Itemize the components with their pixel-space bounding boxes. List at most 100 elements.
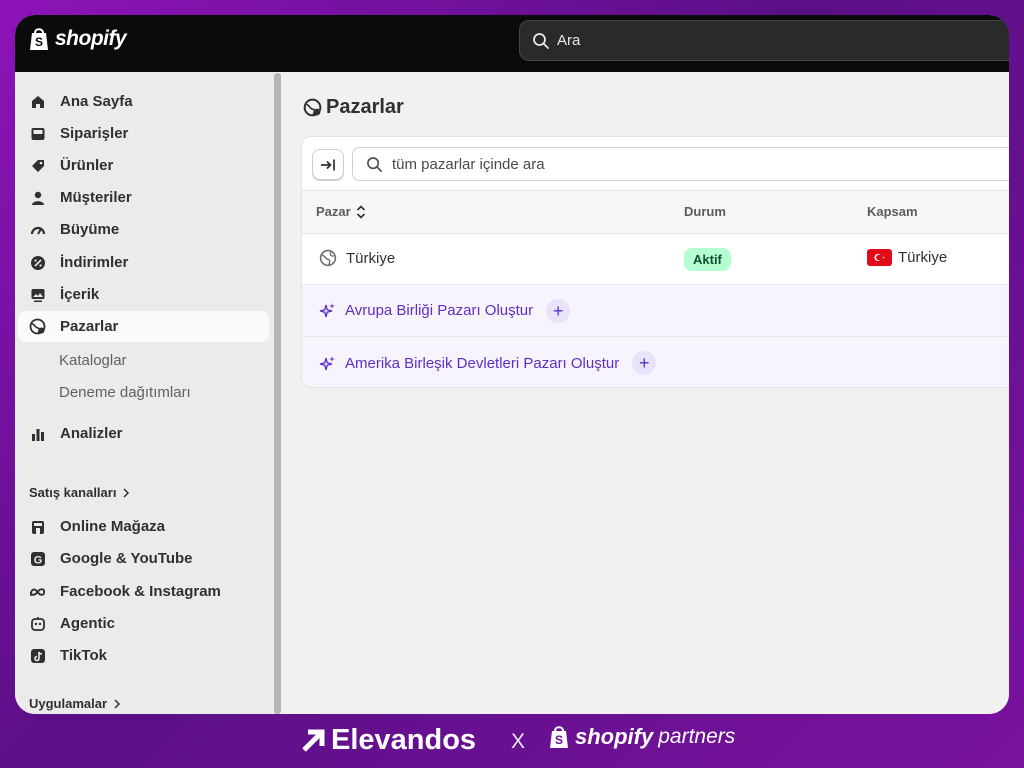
- apps-header[interactable]: Uygulamalar: [29, 696, 121, 711]
- sidebar-channel-facebook[interactable]: Facebook & Instagram: [18, 576, 269, 607]
- table-row[interactable]: Türkiye Aktif Türkiye: [302, 234, 1009, 285]
- chevron-right-icon: [114, 698, 121, 709]
- sidebar-channel-agentic[interactable]: Agentic: [18, 608, 269, 639]
- suggestion-label: Amerika Birleşik Devletleri Pazarı Oluşt…: [345, 354, 620, 372]
- sidebar-item-analytics[interactable]: Analizler: [18, 418, 269, 449]
- sidebar-item-customers[interactable]: Müşteriler: [18, 182, 269, 213]
- plus-icon[interactable]: +: [546, 298, 571, 323]
- partner-brand: shopify: [575, 724, 654, 749]
- market-name: Türkiye: [346, 249, 396, 267]
- sidebar-item-label: Online Mağaza: [60, 518, 166, 535]
- plus-icon[interactable]: +: [632, 351, 657, 375]
- arrow-up-right-icon: [302, 729, 325, 752]
- scope-cell: Türkiye: [867, 249, 947, 266]
- gauge-icon: [29, 221, 46, 238]
- tag-icon: [29, 157, 46, 174]
- svg-text:S: S: [35, 35, 43, 49]
- sidebar-scrollbar[interactable]: [274, 73, 281, 714]
- search-icon: [367, 156, 382, 172]
- sidebar-item-label: Ürünler: [60, 157, 114, 174]
- page-title-text: Pazarlar: [326, 96, 404, 118]
- brand-name: shopify: [55, 27, 127, 50]
- column-status-header: Durum: [684, 204, 726, 219]
- sidebar-item-label: İçerik: [60, 286, 100, 303]
- sidebar-item-label: Müşteriler: [60, 189, 132, 206]
- global-search[interactable]: Ara: [519, 20, 1009, 61]
- sidebar-item-label: Facebook & Instagram: [60, 583, 221, 600]
- sidebar-item-label: Ana Sayfa: [60, 93, 133, 110]
- sidebar-subitem-catalogs[interactable]: Kataloglar: [59, 352, 127, 369]
- suggestion-create-eu-market[interactable]: Avrupa Birliği Pazarı Oluştur +: [302, 285, 1009, 337]
- discount-icon: [29, 254, 46, 271]
- sidebar-item-label: Agentic: [60, 615, 116, 632]
- person-icon: [29, 189, 46, 206]
- top-bar: S shopify Ara: [15, 15, 1009, 72]
- globe-icon: [29, 318, 46, 335]
- column-market-header[interactable]: Pazar: [316, 204, 366, 219]
- column-scope-header: Kapsam: [867, 204, 918, 219]
- sort-icon: [356, 204, 365, 219]
- suggestion-label: Avrupa Birliği Pazarı Oluştur: [345, 302, 534, 319]
- sparkle-icon: [319, 355, 335, 370]
- sparkle-icon: [319, 303, 335, 318]
- arrow-right-bar-icon: [321, 159, 335, 170]
- sidebar-item-content[interactable]: İçerik: [18, 279, 269, 310]
- sidebar-item-label: Pazarlar: [60, 318, 119, 335]
- sidebar-item-label: TikTok: [60, 647, 107, 664]
- sidebar: Ana Sayfa Siparişler Ürünler Müşteriler …: [15, 72, 275, 714]
- sidebar-item-label: Büyüme: [60, 221, 120, 238]
- markets-search-input[interactable]: [392, 155, 992, 173]
- sidebar-channel-tiktok[interactable]: TikTok: [18, 640, 269, 671]
- sidebar-channel-google[interactable]: G Google & YouTube: [18, 543, 269, 574]
- sidebar-item-discounts[interactable]: İndirimler: [18, 247, 269, 278]
- sales-channels-label: Satış kanalları: [29, 485, 117, 500]
- table-header: Pazar Durum Kapsam: [302, 191, 1009, 234]
- elevandos-brand: Elevandos: [331, 724, 477, 756]
- home-icon: [29, 93, 46, 110]
- sidebar-item-label: İndirimler: [60, 254, 129, 271]
- sidebar-item-label: Analizler: [60, 425, 123, 442]
- shopify-bag-icon: S: [30, 28, 48, 50]
- partner-suffix: partners: [658, 725, 736, 748]
- google-icon: G: [29, 550, 46, 567]
- column-market-label: Pazar: [316, 204, 351, 219]
- shopify-bag-icon: S: [550, 726, 568, 748]
- sidebar-channel-online-store[interactable]: Online Mağaza: [18, 511, 269, 542]
- agentic-icon: [29, 615, 46, 632]
- sidebar-item-markets[interactable]: Pazarlar: [18, 311, 269, 342]
- sidebar-subitem-rollouts[interactable]: Deneme dağıtımları: [59, 384, 191, 401]
- sidebar-item-home[interactable]: Ana Sayfa: [18, 86, 269, 117]
- sidebar-item-products[interactable]: Ürünler: [18, 150, 269, 181]
- store-icon: [29, 518, 46, 535]
- markets-card: Pazar Durum Kapsam Türkiye Aktif Türkiye: [301, 136, 1009, 388]
- scope-name: Türkiye: [898, 249, 948, 266]
- table-toolbar: [302, 137, 1009, 191]
- bar-chart-icon: [29, 425, 46, 442]
- sidebar-item-label: Siparişler: [60, 125, 129, 142]
- svg-text:G: G: [33, 554, 42, 566]
- shopify-partners-logo: S shopify partners: [548, 724, 735, 750]
- sidebar-item-orders[interactable]: Siparişler: [18, 118, 269, 149]
- chevron-right-icon: [123, 487, 130, 498]
- sidebar-item-growth[interactable]: Büyüme: [18, 214, 269, 245]
- elevandos-logo: Elevandos: [300, 724, 476, 757]
- global-search-text: Ara: [557, 32, 581, 49]
- main-content: Pazarlar Pazar Durum Kapsam: [281, 72, 1009, 714]
- suggestion-create-us-market[interactable]: Amerika Birleşik Devletleri Pazarı Oluşt…: [302, 337, 1009, 387]
- page-title: Pazarlar: [303, 96, 404, 119]
- globe-icon: [319, 249, 337, 267]
- tiktok-icon: [29, 647, 46, 664]
- image-icon: [29, 286, 46, 303]
- sidebar-item-label: Google & YouTube: [60, 550, 193, 567]
- globe-icon: [303, 98, 322, 117]
- collapse-filter-button[interactable]: [312, 149, 344, 180]
- meta-icon: [29, 583, 46, 600]
- turkey-flag-icon: [867, 249, 892, 266]
- markets-search[interactable]: [352, 147, 1009, 181]
- shopify-logo[interactable]: S shopify: [28, 26, 127, 52]
- search-icon: [533, 32, 549, 49]
- collab-separator: X: [511, 730, 526, 753]
- svg-text:S: S: [555, 733, 563, 747]
- sales-channels-header[interactable]: Satış kanalları: [29, 485, 130, 500]
- inbox-icon: [29, 125, 46, 142]
